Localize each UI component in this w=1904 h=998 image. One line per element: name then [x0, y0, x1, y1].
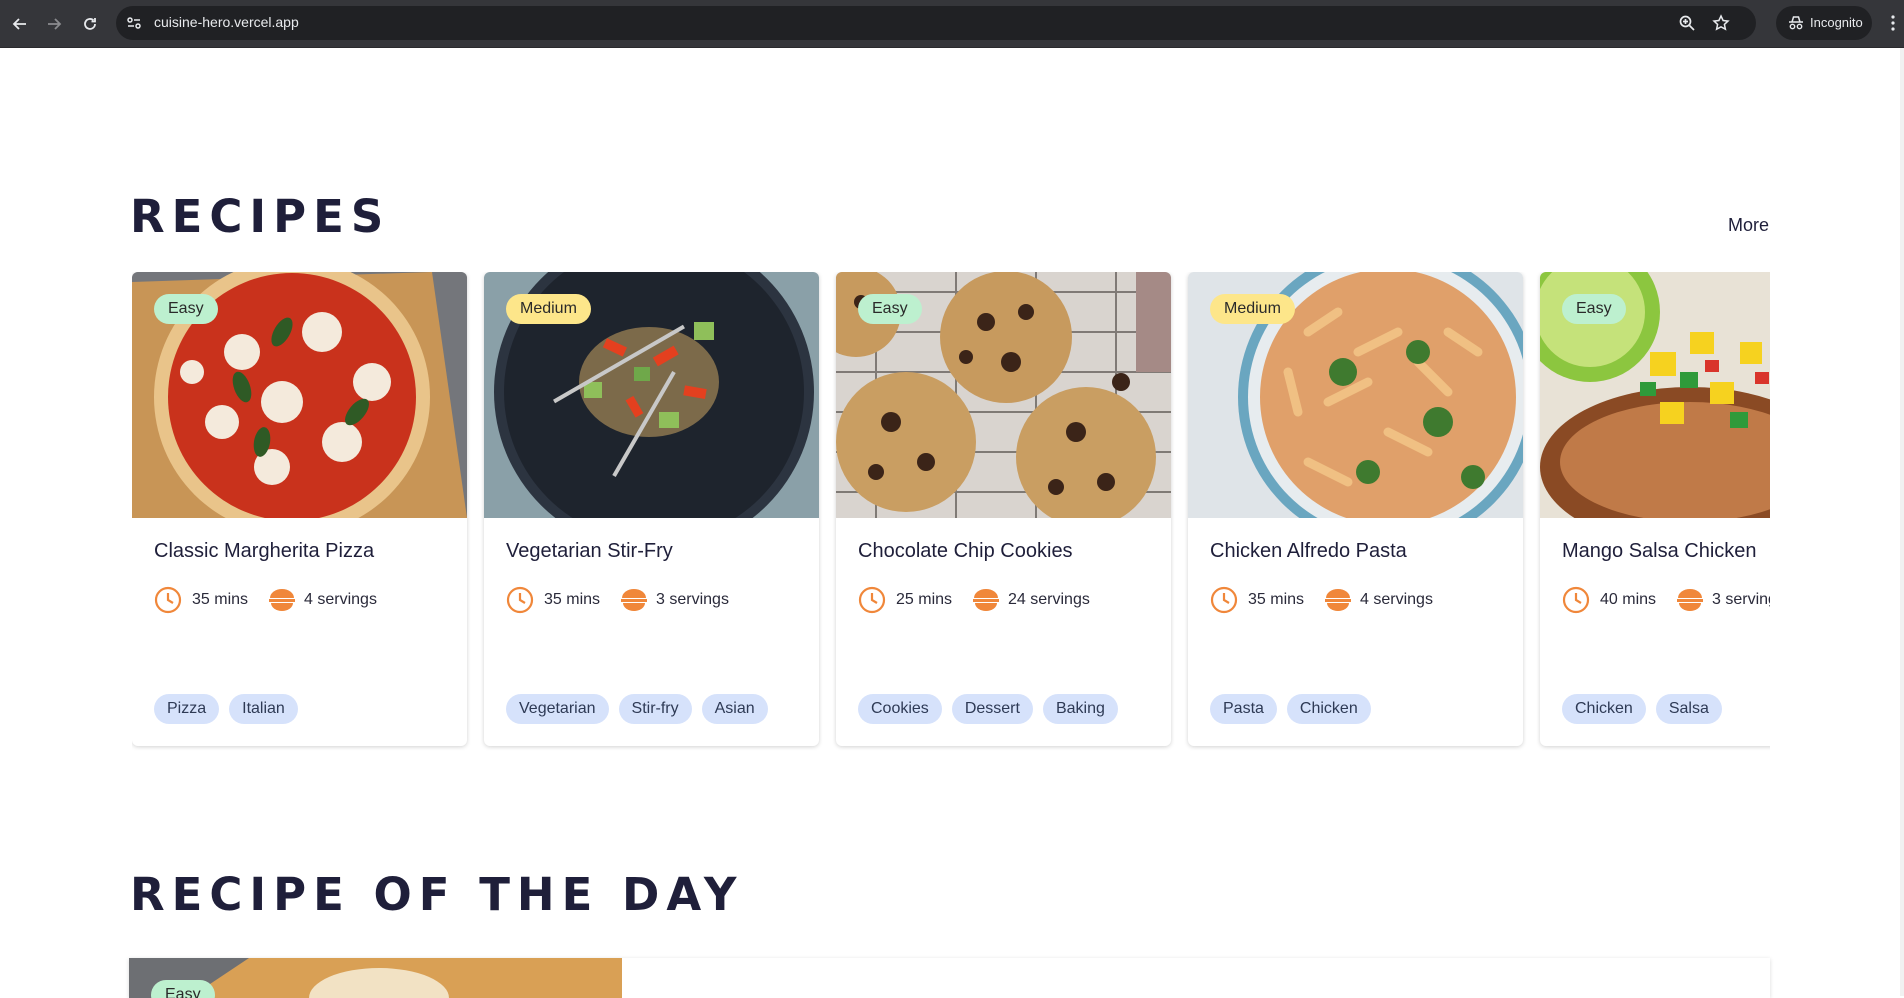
page-scrollbar[interactable]	[1900, 48, 1904, 996]
tag-chip[interactable]: Chicken	[1286, 694, 1371, 724]
recipe-of-the-day-card[interactable]: Easy	[129, 958, 1770, 998]
servings: 4 servings	[1360, 591, 1433, 608]
tag-chip[interactable]: Italian	[229, 694, 298, 724]
zoom-icon[interactable]	[1678, 14, 1696, 32]
difficulty-badge: Easy	[151, 980, 215, 998]
cook-time: 40 mins	[1600, 591, 1657, 608]
tag-chip[interactable]: Baking	[1042, 694, 1118, 724]
tag-chip[interactable]: Pasta	[1210, 694, 1277, 724]
difficulty-badge: Medium	[1210, 294, 1295, 324]
arrow-right-icon	[48, 18, 62, 30]
recipe-card[interactable]: Medium Chicken Alfredo Pasta 35 mins 4 s…	[1188, 272, 1523, 746]
recipe-meta: 35 mins 4 servings	[154, 586, 377, 614]
site-settings-icon	[127, 17, 141, 29]
bookmark-star-icon[interactable]	[1712, 14, 1730, 32]
url-text[interactable]: cuisine-hero.vercel.app	[154, 14, 299, 30]
clock-icon	[154, 586, 182, 614]
tag-list: Pizza Italian	[154, 694, 298, 724]
servings: 3 servings	[1712, 591, 1770, 608]
recipe-title[interactable]: Chicken Alfredo Pasta	[1210, 540, 1407, 563]
difficulty-badge: Easy	[154, 294, 218, 324]
reload-icon	[84, 18, 96, 30]
tag-chip[interactable]: Dessert	[951, 694, 1033, 724]
bowl-icon	[1677, 589, 1704, 611]
difficulty-badge: Medium	[506, 294, 591, 324]
incognito-icon	[1789, 16, 1803, 30]
tag-list: Vegetarian Stir-fry Asian	[506, 694, 768, 724]
cook-time: 25 mins	[896, 591, 953, 608]
recipe-card[interactable]: Easy Mango Salsa Chicken 40 mins 3 servi…	[1540, 272, 1770, 746]
recipe-card[interactable]: Easy Classic Margherita Pizza 35 mins 4 …	[132, 272, 467, 746]
bowl-icon	[973, 589, 1000, 611]
recipe-meta: 40 mins 3 servings	[1562, 586, 1770, 614]
bowl-icon	[269, 589, 296, 611]
recipe-title[interactable]: Vegetarian Stir-Fry	[506, 540, 673, 563]
arrow-left-icon	[12, 18, 26, 30]
recipe-title[interactable]: Classic Margherita Pizza	[154, 540, 374, 563]
recipe-meta: 25 mins 24 servings	[858, 586, 1090, 614]
kebab-menu-icon[interactable]	[1890, 14, 1896, 32]
tag-chip[interactable]: Chicken	[1562, 694, 1646, 724]
clock-icon	[506, 586, 534, 614]
cook-time: 35 mins	[1248, 591, 1305, 608]
recipe-title[interactable]: Chocolate Chip Cookies	[858, 540, 1073, 563]
recipe-card[interactable]: Easy Chocolate Chip Cookies 25 mins 24 s…	[836, 272, 1171, 746]
tag-list: Chicken Salsa	[1562, 694, 1722, 724]
tag-list: Pasta Chicken	[1210, 694, 1371, 724]
cook-time: 35 mins	[192, 591, 249, 608]
servings: 24 servings	[1008, 591, 1090, 608]
difficulty-badge: Easy	[1562, 294, 1626, 324]
clock-icon	[1210, 586, 1238, 614]
browser-toolbar: cuisine-hero.vercel.app Incognito	[0, 0, 1904, 48]
recipe-carousel[interactable]: Easy Classic Margherita Pizza 35 mins 4 …	[132, 272, 1770, 752]
address-bar[interactable]: cuisine-hero.vercel.app	[116, 6, 1756, 40]
tag-chip[interactable]: Stir-fry	[618, 694, 692, 724]
bowl-icon	[621, 589, 648, 611]
tag-chip[interactable]: Asian	[701, 694, 768, 724]
recipe-title[interactable]: Mango Salsa Chicken	[1562, 540, 1757, 563]
servings: 4 servings	[304, 591, 377, 608]
difficulty-badge: Easy	[858, 294, 922, 324]
tag-chip[interactable]: Salsa	[1655, 694, 1722, 724]
tag-chip[interactable]: Pizza	[154, 694, 220, 724]
clock-icon	[1562, 586, 1590, 614]
tag-chip[interactable]: Cookies	[858, 694, 942, 724]
recipe-card[interactable]: Medium Vegetarian Stir-Fry 35 mins 3 ser…	[484, 272, 819, 746]
incognito-indicator[interactable]: Incognito	[1776, 6, 1872, 40]
recipe-meta: 35 mins 4 servings	[1210, 586, 1433, 614]
servings: 3 servings	[656, 591, 729, 608]
reload-button[interactable]	[78, 12, 102, 36]
more-link[interactable]: More	[1728, 215, 1769, 236]
back-button[interactable]	[8, 12, 32, 36]
recipe-meta: 35 mins 3 servings	[506, 586, 729, 614]
clock-icon	[858, 586, 886, 614]
bowl-icon	[1325, 589, 1352, 611]
forward-button[interactable]	[42, 12, 66, 36]
recipe-of-the-day-heading: RECIPE OF THE DAY	[130, 868, 744, 921]
cook-time: 35 mins	[544, 591, 601, 608]
incognito-label: Incognito	[1810, 15, 1863, 30]
tag-list: Cookies Dessert Baking	[858, 694, 1118, 724]
recipes-heading: RECIPES	[130, 190, 391, 243]
tag-chip[interactable]: Vegetarian	[506, 694, 609, 724]
